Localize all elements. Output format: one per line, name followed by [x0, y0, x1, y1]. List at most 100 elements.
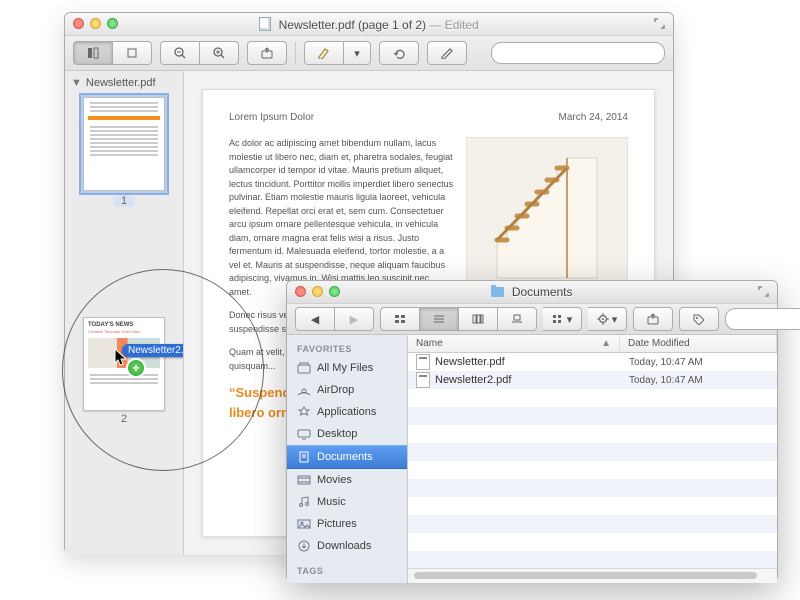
finder-sidebar: FAVORITES All My Files AirDrop Application…: [287, 335, 408, 583]
finder-search-wrap: [725, 308, 800, 330]
sidebar-item-all[interactable]: All My Files: [287, 357, 407, 379]
empty-row: [408, 389, 777, 407]
action-button[interactable]: ▾: [588, 307, 627, 331]
page-header-right: March 24, 2014: [559, 112, 629, 123]
sidebar-item-desktop[interactable]: Desktop: [287, 423, 407, 445]
fullscreen-icon[interactable]: [654, 18, 665, 32]
empty-row: [408, 443, 777, 461]
empty-row: [408, 461, 777, 479]
finder-titlebar: Documents: [287, 281, 777, 304]
search-input[interactable]: [491, 42, 665, 64]
page-header-left: Lorem Ipsum Dolor: [229, 112, 314, 123]
file-date: Today, 10:47 AM: [621, 375, 777, 386]
rotate-button[interactable]: [379, 41, 419, 65]
sidebar-item-airdrop[interactable]: AirDrop: [287, 379, 407, 401]
sidebar-item-label: Downloads: [317, 540, 371, 552]
view-continuous-button[interactable]: [113, 41, 152, 65]
file-pane: Name ▲ Date Modified Newsletter.pdfToday…: [408, 335, 777, 583]
traffic-lights: [73, 18, 118, 29]
view-columns-button[interactable]: [459, 307, 498, 331]
thumb2-subhead: Creative Template Goes Here: [84, 329, 164, 336]
empty-row: [408, 479, 777, 497]
finder-search-input[interactable]: [725, 308, 800, 330]
column-name-label: Name: [416, 338, 443, 349]
airdrop-icon: [297, 384, 311, 396]
finder-window: Documents ◀ ▶ ▾ ▾ FAVORITE: [286, 280, 778, 582]
window-title: Newsletter.pdf (page 1 of 2) — Edited: [73, 17, 665, 32]
page-label-1: 1: [113, 195, 135, 207]
sidebar-item-label: Applications: [317, 406, 376, 418]
preview-toolbar: ▾: [65, 36, 673, 71]
tags-heading: TAGS: [287, 563, 407, 579]
finder-share-button[interactable]: [633, 307, 673, 331]
highlight-button[interactable]: [304, 41, 344, 65]
sidebar-item-label: Desktop: [317, 428, 357, 440]
music-icon: [297, 496, 311, 508]
page-label-2: 2: [121, 413, 127, 425]
markup-button[interactable]: [427, 41, 467, 65]
view-coverflow-button[interactable]: [498, 307, 537, 331]
sidebar-item-apps[interactable]: Applications: [287, 401, 407, 423]
empty-row: [408, 551, 777, 568]
view-icons-button[interactable]: [380, 307, 420, 331]
sort-asc-icon: ▲: [601, 338, 611, 349]
pdf-icon: [416, 354, 430, 370]
tags-button[interactable]: [679, 307, 719, 331]
desktop-icon: [297, 428, 311, 440]
finder-close-button[interactable]: [295, 286, 306, 297]
favorites-heading: FAVORITES: [287, 341, 407, 357]
page-thumbnail-2[interactable]: TODAY'S NEWS Creative Template Goes Here…: [83, 317, 165, 411]
empty-row: [408, 407, 777, 425]
back-button[interactable]: ◀: [295, 307, 335, 331]
column-name[interactable]: Name ▲: [408, 335, 620, 352]
page-thumbnail-1[interactable]: [83, 97, 165, 191]
movies-icon: [297, 474, 311, 486]
sidebar-title: Newsletter.pdf: [86, 77, 156, 89]
file-row[interactable]: Newsletter2.pdfToday, 10:47 AM: [408, 371, 777, 389]
pdf-icon: [416, 372, 430, 388]
share-button[interactable]: [247, 41, 287, 65]
document-icon: [259, 17, 271, 31]
apps-icon: [297, 406, 311, 418]
minimize-button[interactable]: [90, 18, 101, 29]
finder-zoom-button[interactable]: [329, 286, 340, 297]
view-list-button[interactable]: [420, 307, 459, 331]
zoom-button[interactable]: [107, 18, 118, 29]
finder-minimize-button[interactable]: [312, 286, 323, 297]
file-row[interactable]: Newsletter.pdfToday, 10:47 AM: [408, 353, 777, 371]
file-list[interactable]: Newsletter.pdfToday, 10:47 AMNewsletter2…: [408, 353, 777, 568]
all-icon: [297, 362, 311, 374]
sidebar-header[interactable]: ▼ Newsletter.pdf: [65, 75, 183, 91]
sidebar-item-label: Pictures: [317, 518, 357, 530]
finder-title: Documents: [295, 285, 769, 299]
view-thumbnails-button[interactable]: [73, 41, 113, 65]
sidebar-item-label: Documents: [317, 451, 373, 463]
thumb2-headline: TODAY'S NEWS: [84, 318, 164, 329]
page-image: [466, 137, 628, 297]
cursor-icon: [114, 348, 128, 366]
drag-file-label: Newsletter2.pdf: [122, 344, 184, 357]
sidebar-item-label: AirDrop: [317, 384, 354, 396]
highlight-dropdown[interactable]: ▾: [344, 41, 371, 65]
window-title-edited: — Edited: [426, 18, 479, 32]
column-date[interactable]: Date Modified: [620, 335, 777, 352]
sidebar-item-music[interactable]: Music: [287, 491, 407, 513]
sidebar-item-pictures[interactable]: Pictures: [287, 513, 407, 535]
column-header: Name ▲ Date Modified: [408, 335, 777, 353]
pictures-icon: [297, 518, 311, 530]
sidebar-item-docs[interactable]: Documents: [287, 445, 407, 469]
file-date: Today, 10:47 AM: [621, 357, 777, 368]
sidebar-item-downloads[interactable]: Downloads: [287, 535, 407, 557]
zoom-out-button[interactable]: [160, 41, 200, 65]
finder-fullscreen-icon[interactable]: [758, 286, 769, 297]
downloads-icon: [297, 540, 311, 552]
zoom-in-button[interactable]: [200, 41, 239, 65]
horizontal-scrollbar[interactable]: [408, 568, 777, 583]
arrange-button[interactable]: ▾: [543, 307, 582, 331]
empty-row: [408, 533, 777, 551]
close-button[interactable]: [73, 18, 84, 29]
sidebar-item-label: All My Files: [317, 362, 373, 374]
sidebar-item-movies[interactable]: Movies: [287, 469, 407, 491]
forward-button[interactable]: ▶: [335, 307, 374, 331]
drop-add-badge-icon: +: [126, 358, 146, 378]
